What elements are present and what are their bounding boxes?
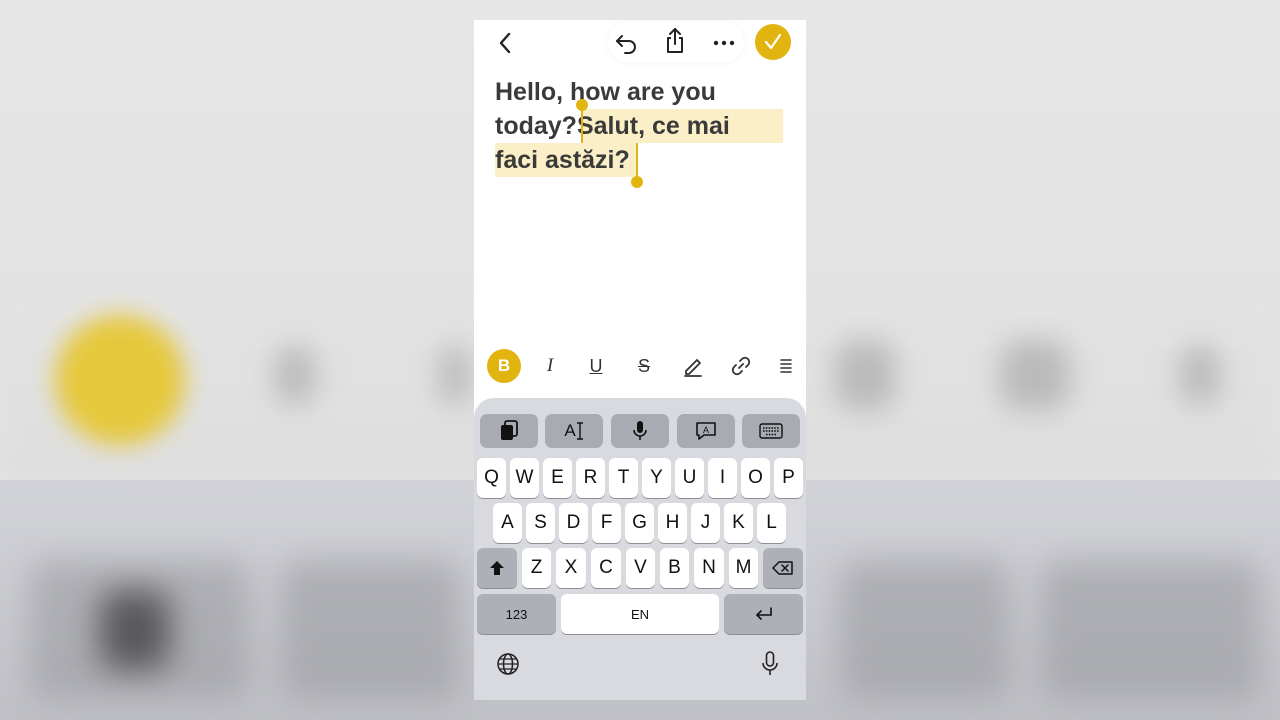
key-m[interactable]: M xyxy=(729,548,758,588)
key-b[interactable]: B xyxy=(660,548,689,588)
formatting-bar: B I U S xyxy=(474,345,806,387)
text-format-label: A xyxy=(564,421,576,440)
key-w[interactable]: W xyxy=(510,458,539,498)
keyboard-dictation-button[interactable] xyxy=(758,650,782,678)
italic-button[interactable]: I xyxy=(533,349,567,383)
bold-button[interactable]: B xyxy=(487,349,521,383)
backspace-icon xyxy=(772,561,793,575)
key-i[interactable]: I xyxy=(708,458,737,498)
share-icon xyxy=(667,28,683,53)
shift-arrow-icon xyxy=(490,561,504,575)
speech-bubble-icon: A xyxy=(696,422,716,440)
key-u[interactable]: U xyxy=(675,458,704,498)
key-h[interactable]: H xyxy=(658,503,687,543)
text-line: Hello, how are you xyxy=(495,75,795,109)
key-s[interactable]: S xyxy=(526,503,555,543)
list-icon xyxy=(780,359,792,373)
undo-icon xyxy=(616,35,636,54)
strikethrough-button[interactable]: S xyxy=(627,349,661,383)
key-n[interactable]: N xyxy=(694,548,724,588)
key-o[interactable]: O xyxy=(741,458,770,498)
selection-end-handle[interactable] xyxy=(636,143,638,179)
top-toolbar xyxy=(474,20,806,66)
text-line-2-plain: today? xyxy=(495,112,577,140)
key-r[interactable]: R xyxy=(576,458,605,498)
key-x[interactable]: X xyxy=(556,548,586,588)
key-y[interactable]: Y xyxy=(642,458,671,498)
selection-start-knob[interactable] xyxy=(576,99,588,111)
text-cursor-icon xyxy=(576,422,583,440)
underline-button[interactable]: U xyxy=(579,349,613,383)
text-line: today?Salut, ce mai xyxy=(495,109,795,143)
key-t[interactable]: T xyxy=(609,458,638,498)
key-f[interactable]: F xyxy=(592,503,621,543)
phone-screen: Hello, how are you today?Salut, ce mai f… xyxy=(474,20,806,700)
globe-icon xyxy=(497,653,519,675)
undo-button[interactable] xyxy=(611,28,641,58)
highlighter-pen-icon xyxy=(684,359,702,377)
key-d[interactable]: D xyxy=(559,503,588,543)
key-c[interactable]: C xyxy=(591,548,621,588)
key-q[interactable]: Q xyxy=(477,458,506,498)
globe-button[interactable] xyxy=(496,652,520,676)
key-z[interactable]: Z xyxy=(522,548,551,588)
selection-end-knob[interactable] xyxy=(631,176,643,188)
key-v[interactable]: V xyxy=(626,548,655,588)
text-line: faci astăzi? xyxy=(495,143,795,177)
key-k[interactable]: K xyxy=(724,503,753,543)
text-line-1: Hello, how are you xyxy=(495,78,716,106)
keyboard: A A Q W E R T Y U I O P A S D F G H J K … xyxy=(474,398,806,700)
link-icon xyxy=(731,356,751,376)
checkmark-icon xyxy=(764,33,782,50)
keyboard-switch-button[interactable] xyxy=(742,414,800,448)
space-key[interactable]: EN xyxy=(561,594,719,634)
keyboard-icon xyxy=(759,423,783,439)
selected-text: Salut, ce mai xyxy=(576,112,730,140)
selected-text: faci astăzi? xyxy=(495,146,630,174)
clipboard-icon xyxy=(501,420,518,440)
note-editor[interactable]: Hello, how are you today?Salut, ce mai f… xyxy=(495,75,795,177)
back-button[interactable] xyxy=(490,28,520,58)
key-j[interactable]: J xyxy=(691,503,720,543)
link-button[interactable] xyxy=(724,349,758,383)
shift-key[interactable] xyxy=(477,548,517,588)
share-button[interactable] xyxy=(660,26,690,56)
dictation-button[interactable] xyxy=(611,414,669,448)
highlight-button[interactable] xyxy=(676,349,710,383)
microphone-icon xyxy=(762,651,778,675)
list-button[interactable] xyxy=(769,349,803,383)
key-a[interactable]: A xyxy=(493,503,522,543)
key-l[interactable]: L xyxy=(757,503,786,543)
clipboard-button[interactable] xyxy=(480,414,538,448)
more-button[interactable] xyxy=(709,28,739,58)
svg-text:A: A xyxy=(703,425,709,435)
key-e[interactable]: E xyxy=(543,458,572,498)
blurred-bold-button xyxy=(55,315,185,445)
return-key[interactable] xyxy=(724,594,803,634)
numbers-key[interactable]: 123 xyxy=(477,594,556,634)
chevron-left-icon xyxy=(499,32,511,54)
translate-button[interactable]: A xyxy=(677,414,735,448)
key-g[interactable]: G xyxy=(625,503,654,543)
key-p[interactable]: P xyxy=(774,458,803,498)
return-icon xyxy=(755,607,772,620)
microphone-icon xyxy=(633,421,647,440)
more-icon xyxy=(713,40,735,46)
backspace-key[interactable] xyxy=(763,548,803,588)
text-format-button[interactable]: A xyxy=(545,414,603,448)
done-button[interactable] xyxy=(755,24,791,60)
